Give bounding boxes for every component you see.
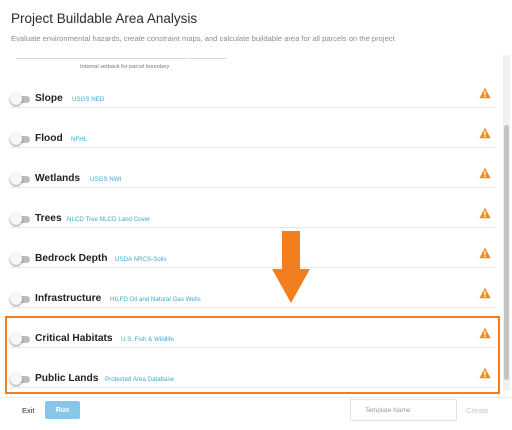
setback-note: Internal setback for parcel boundary — [80, 64, 170, 70]
layer-toggle[interactable] — [10, 253, 30, 265]
layer-row-bedrock-depth: Bedrock Depth USDA NRCS-Soils — [10, 247, 495, 277]
footer-divider — [0, 397, 512, 398]
layer-label: Infrastructure — [35, 293, 102, 304]
warning-triangle-icon[interactable] — [479, 167, 491, 179]
layer-toggle[interactable] — [10, 293, 30, 305]
setback-unit-underline[interactable] — [190, 58, 226, 59]
layer-toggle[interactable] — [10, 133, 30, 145]
layer-toggle[interactable] — [10, 173, 30, 185]
warning-triangle-icon[interactable] — [479, 207, 491, 219]
layer-label: Wetlands — [35, 173, 81, 184]
layer-toggle[interactable] — [10, 93, 30, 105]
warning-triangle-icon[interactable] — [479, 287, 491, 299]
layer-row-trees: Trees NLCD Tree NLCD Land Cover — [10, 207, 495, 237]
layer-sources[interactable]: USGS NED — [72, 96, 104, 103]
layer-sources[interactable]: USDA NRCS-Soils — [115, 256, 167, 263]
row-divider — [10, 267, 495, 268]
toggle-knob[interactable] — [10, 293, 22, 305]
layer-label: Trees — [35, 213, 62, 224]
toggle-knob[interactable] — [10, 173, 22, 185]
down-arrow-icon — [272, 231, 310, 303]
page-subtitle: Evaluate environmental hazards, create c… — [11, 34, 395, 43]
row-divider — [10, 107, 495, 108]
layer-toggle[interactable] — [10, 213, 30, 225]
template-name-input[interactable] — [350, 399, 457, 421]
scrollbar-thumb[interactable] — [504, 125, 509, 380]
exit-button[interactable]: Exit — [22, 406, 35, 415]
row-divider — [10, 147, 495, 148]
run-button[interactable]: Run — [45, 401, 80, 419]
layer-row-infrastructure: Infrastructure HILFD Oil and Natural Gas… — [10, 287, 495, 317]
layer-label: Bedrock Depth — [35, 253, 108, 264]
setback-input-underline[interactable] — [16, 58, 188, 59]
layer-label: Flood — [35, 133, 63, 144]
layer-sources[interactable]: NLCD Tree NLCD Land Cover — [67, 216, 150, 223]
highlight-box — [5, 316, 500, 394]
toggle-knob[interactable] — [10, 213, 22, 225]
layer-row-slope: Slope USGS NED — [10, 87, 495, 117]
layer-label: Slope — [35, 93, 63, 104]
row-divider — [10, 307, 495, 308]
create-button[interactable]: Create — [466, 406, 489, 415]
toggle-knob[interactable] — [10, 133, 22, 145]
page-title: Project Buildable Area Analysis — [11, 11, 198, 26]
warning-triangle-icon[interactable] — [479, 127, 491, 139]
layer-row-flood: Flood NFHL — [10, 127, 495, 157]
toggle-knob[interactable] — [10, 93, 22, 105]
layer-sources[interactable]: HILFD Oil and Natural Gas Wells — [110, 296, 201, 303]
layer-row-wetlands: Wetlands USGS NWI — [10, 167, 495, 197]
row-divider — [10, 187, 495, 188]
layer-sources[interactable]: NFHL — [71, 136, 87, 143]
warning-triangle-icon[interactable] — [479, 247, 491, 259]
toggle-knob[interactable] — [10, 253, 22, 265]
layer-sources[interactable]: USGS NWI — [90, 176, 121, 183]
warning-triangle-icon[interactable] — [479, 87, 491, 99]
row-divider — [10, 227, 495, 228]
